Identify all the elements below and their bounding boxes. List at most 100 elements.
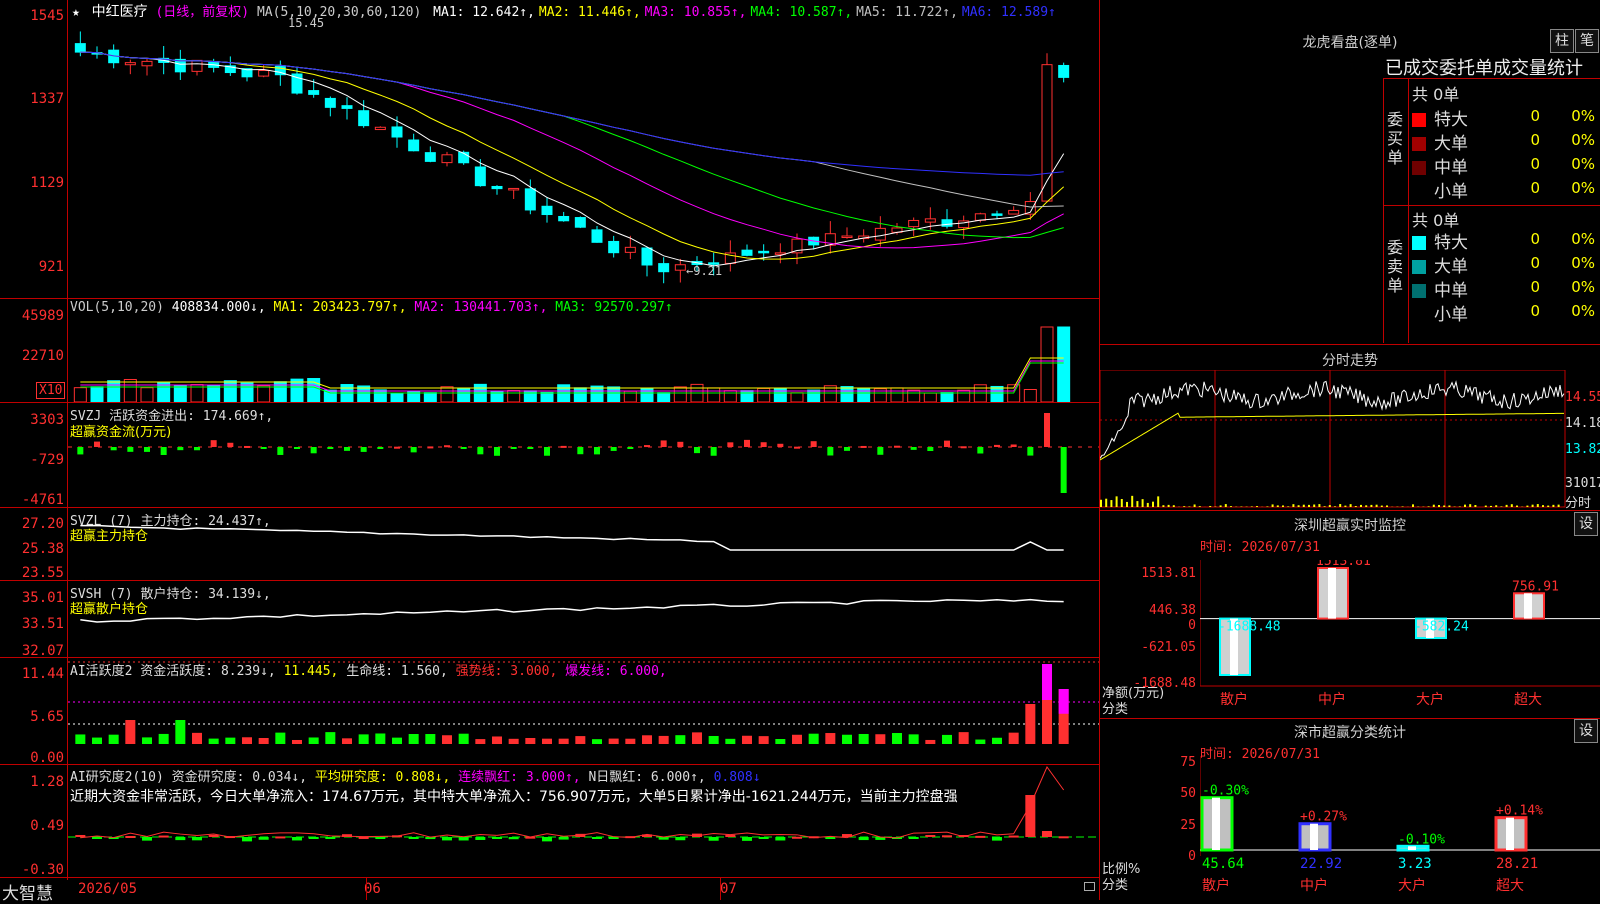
brand-logo[interactable]: 大智慧 [2,879,53,904]
flow-bar [777,444,783,447]
timeshare-title: 分时走势 [1280,350,1420,370]
buy-order-row-count: 0 [1500,107,1540,125]
timeshare-volume-bar [1469,504,1471,507]
research-bar [1042,831,1052,837]
lock-icon[interactable] [1084,882,1095,891]
monitor-bar-highlight [1328,568,1336,619]
activity-bar [825,733,835,744]
activity-bar [492,736,502,744]
activity-bar [442,735,452,744]
candle [475,167,485,186]
flow-bar [327,447,333,449]
flow-bar [1011,444,1017,447]
candle [192,60,202,71]
candle [642,248,652,265]
bar-view-button[interactable]: 柱 [1550,29,1574,53]
activity-bar [325,732,335,744]
monitor-bar-highlight [1524,593,1532,618]
monitor-axis-label: 446.38 [1130,603,1196,618]
timeshare-volume-bar [1350,504,1352,507]
buy-order-row-count: 0 [1500,179,1540,197]
flow-bar [627,447,633,449]
date-label: 07 [720,881,737,897]
holding-line [80,526,1063,550]
monitor-category-label: 散户 [1220,691,1248,708]
ma-line [80,52,1063,266]
activity-bar [242,737,252,744]
volume-bar [608,387,620,402]
price-axis-label: 1129 [0,175,64,191]
volume-chart [68,318,1099,402]
flow-bar [611,447,617,451]
candle [925,219,935,222]
timeshare-chart[interactable] [1100,370,1566,508]
monitor-axis-label: -621.05 [1130,640,1196,655]
volume-bar [774,388,786,402]
timeshare-volume-bar [1152,502,1154,507]
activity-bar [542,739,552,744]
activity-bar [792,735,802,744]
timeshare-price: 14.18 [1565,416,1600,431]
timeshare-volume-bar [1303,505,1305,507]
flow-bar [377,447,383,449]
timeshare-volume-bar [1209,506,1211,507]
timeshare-volume-bar [1542,505,1544,507]
volume-bar [224,381,236,402]
color-swatch [1412,236,1426,250]
volume-bar [574,388,586,402]
buy-order-row-count: 0 [1500,131,1540,149]
research-bar [292,837,302,840]
buy-orders-label: 委买单 [1387,110,1405,167]
classify-value-label: 45.64 [1202,856,1244,872]
flow-bar [94,442,100,447]
timeshare-volume-bar [1116,496,1118,507]
monitor-category-label: 超大 [1514,692,1542,708]
price-chart[interactable] [68,18,1099,298]
color-swatch [1412,137,1426,151]
timeshare-volume-bar [1251,506,1253,507]
color-swatch [1412,260,1426,274]
color-swatch [1412,161,1426,175]
classify-chart: -0.30%45.64散户+0.27%22.92中户-0.10%3.23大户+0… [1200,756,1600,900]
flow-bar [1027,447,1033,456]
monitor-chart: -1688.48散户1513.81中户-582.24大户756.91超大 [1200,560,1600,710]
volume-bar [791,393,803,402]
color-swatch [1412,185,1426,199]
svsh-axis-label: 32.07 [0,643,64,659]
flow-bar [227,443,233,447]
research-bar [409,837,419,839]
tick-view-button[interactable]: 笔 [1575,29,1599,53]
flow-bar [411,447,417,452]
activity-bar [675,735,685,744]
classify-axis-label: 75 [1160,755,1196,770]
activity-bar-top [1042,664,1052,700]
candle [309,91,319,95]
monitor-axis-label: 1513.81 [1130,566,1196,581]
candle [509,188,519,190]
timeshare-volume-bar [1402,506,1404,507]
flow-bar [677,442,683,447]
monitor-settings-button[interactable]: 设 [1574,512,1598,536]
research-bar [159,836,169,838]
flow-bar [477,447,483,454]
volume-bar [891,388,903,402]
classify-settings-button[interactable]: 设 [1574,719,1598,743]
volume-bar [374,390,386,402]
timeshare-volume-bar [1526,506,1528,507]
research-bar [259,837,269,840]
research-bar [75,835,85,837]
research-bar [125,836,135,838]
timeshare-volume-bar [1199,506,1201,507]
timeshare-volume-bar [1464,505,1466,507]
flow-bar [277,447,283,455]
timeshare-volume-bar [1277,505,1279,507]
timeshare-volume-bar [1355,506,1357,507]
monitor-axis-label: 0 [1130,618,1196,633]
sell-order-row-percent: 0% [1545,254,1595,272]
buy-order-row-name: 中单 [1434,158,1468,178]
activity-bar [375,733,385,744]
activity-bar [575,736,585,744]
sell-order-row-percent: 0% [1545,278,1595,296]
volume-bar [158,383,170,402]
timeshare-volume-bar [1272,504,1274,507]
